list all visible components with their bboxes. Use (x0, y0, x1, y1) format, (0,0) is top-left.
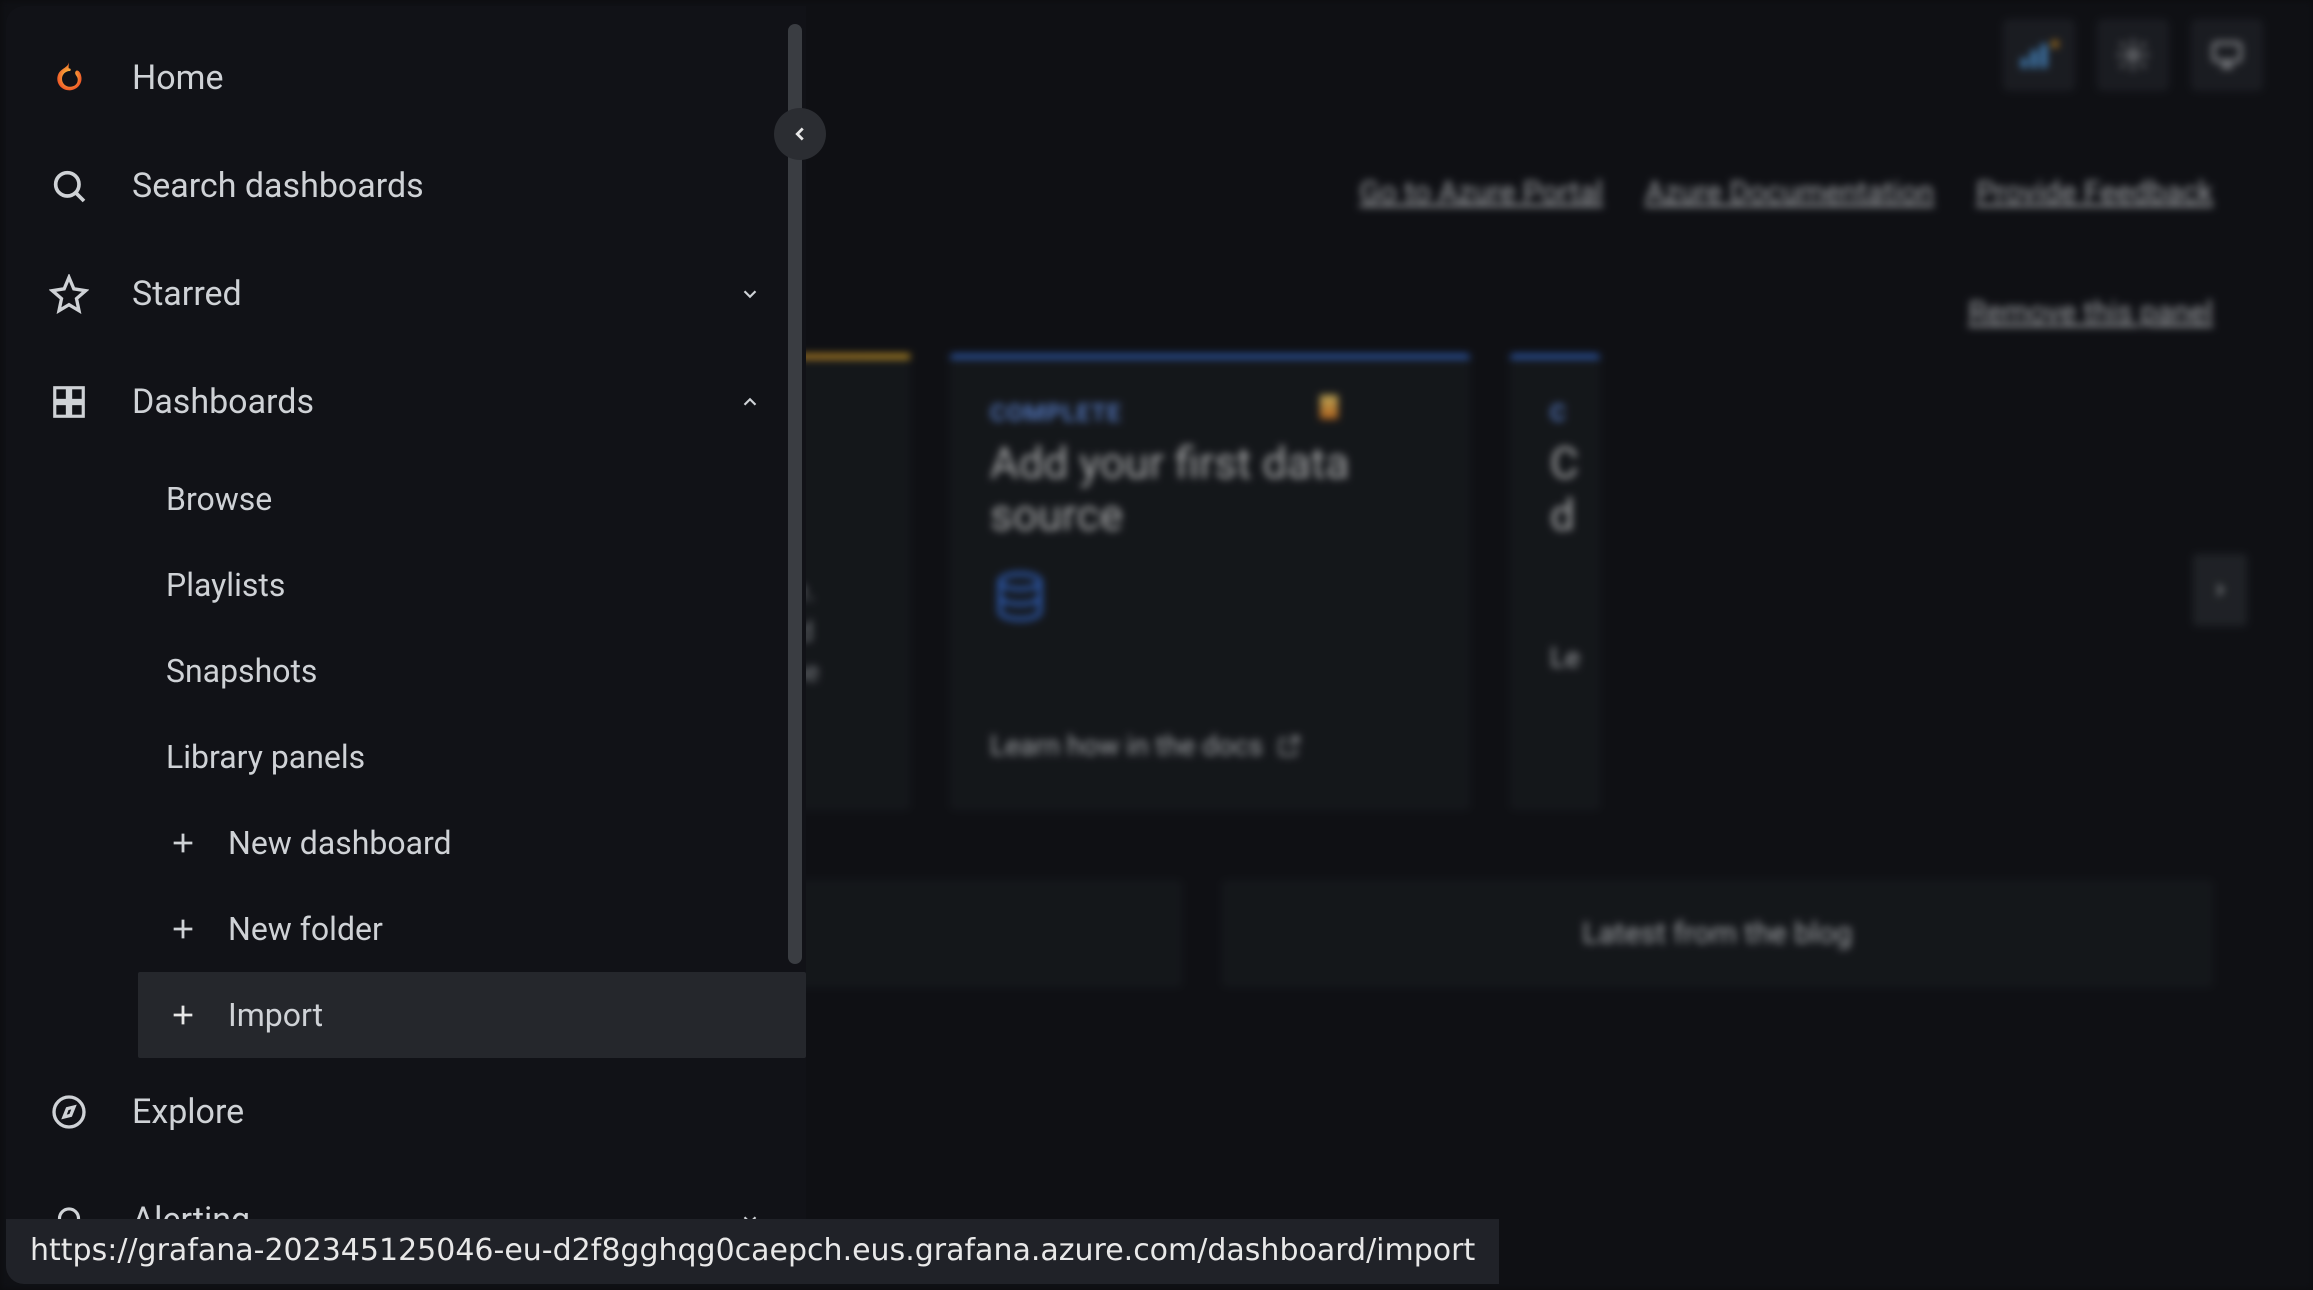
sub-label: Playlists (166, 566, 285, 604)
sub-label: Import (228, 996, 323, 1034)
compass-icon (48, 1091, 90, 1133)
sidebar-collapse-button[interactable] (774, 108, 826, 160)
nav-label: Home (132, 58, 224, 98)
nav-starred[interactable]: Starred (6, 240, 806, 348)
search-icon (48, 165, 90, 207)
database-icon (990, 569, 1430, 629)
sub-label: New dashboard (228, 824, 452, 862)
sidebar-item-new-folder[interactable]: New folder (6, 886, 806, 972)
sidebar-item-browse[interactable]: Browse (6, 456, 806, 542)
gradient-marker (1320, 395, 1338, 419)
card-title: C d (1550, 437, 1560, 541)
nav-label: Starred (132, 274, 242, 314)
panel-add-icon[interactable] (2003, 19, 2075, 91)
sub-label: Snapshots (166, 652, 317, 690)
dashboards-icon (48, 381, 90, 423)
card-title: Add your first data source (990, 437, 1430, 541)
bottom-panel-blog[interactable]: Latest from the blog (1222, 880, 2214, 987)
sidebar-nav: Home Search dashboards Starred Dashboard… (6, 6, 806, 1284)
next-card-peek[interactable]: C C d Le (1510, 354, 1600, 810)
nav-label: Search dashboards (132, 166, 424, 206)
cards-scroll-right[interactable] (2193, 554, 2247, 626)
nav-explore[interactable]: Explore (6, 1058, 806, 1166)
nav-search[interactable]: Search dashboards (6, 132, 806, 240)
nav-label: Dashboards (132, 382, 314, 422)
chevron-down-icon (734, 278, 766, 310)
link-azure-portal[interactable]: Go to Azure Portal (1359, 175, 1603, 210)
sidebar-scrollbar[interactable] (788, 24, 802, 964)
sub-label: Browse (166, 480, 272, 518)
nav-dashboards[interactable]: Dashboards (6, 348, 806, 456)
card-tag: COMPLETE (990, 399, 1430, 427)
monitor-icon[interactable] (2191, 19, 2263, 91)
link-azure-docs[interactable]: Azure Documentation (1645, 175, 1934, 210)
data-source-card[interactable]: COMPLETE Add your first data source Lear… (950, 354, 1470, 810)
star-icon (48, 273, 90, 315)
nav-label: Explore (132, 1092, 244, 1132)
chevron-left-icon (789, 123, 811, 145)
external-link-icon (1277, 734, 1301, 758)
plus-icon (166, 912, 200, 946)
link-feedback[interactable]: Provide Feedback (1976, 175, 2213, 210)
sub-label: Library panels (166, 738, 365, 776)
nav-home[interactable]: Home (6, 24, 806, 132)
sidebar-item-playlists[interactable]: Playlists (6, 542, 806, 628)
sub-label: New folder (228, 910, 383, 948)
chevron-up-icon (734, 386, 766, 418)
card-tag: C (1550, 399, 1560, 427)
sidebar-item-snapshots[interactable]: Snapshots (6, 628, 806, 714)
sidebar-item-library-panels[interactable]: Library panels (6, 714, 806, 800)
docs-link[interactable]: Learn how in the docs (990, 729, 1430, 762)
sidebar-item-new-dashboard[interactable]: New dashboard (6, 800, 806, 886)
docs-link[interactable]: Le (1550, 641, 1560, 674)
plus-icon (166, 998, 200, 1032)
plus-icon (166, 826, 200, 860)
grafana-logo-icon (48, 57, 90, 99)
chevron-right-icon (2210, 580, 2230, 600)
sidebar-item-import[interactable]: Import (138, 972, 806, 1058)
gear-icon[interactable] (2097, 19, 2169, 91)
browser-status-bar: https://grafana-202345125046-eu-d2f8gghq… (6, 1219, 1499, 1284)
